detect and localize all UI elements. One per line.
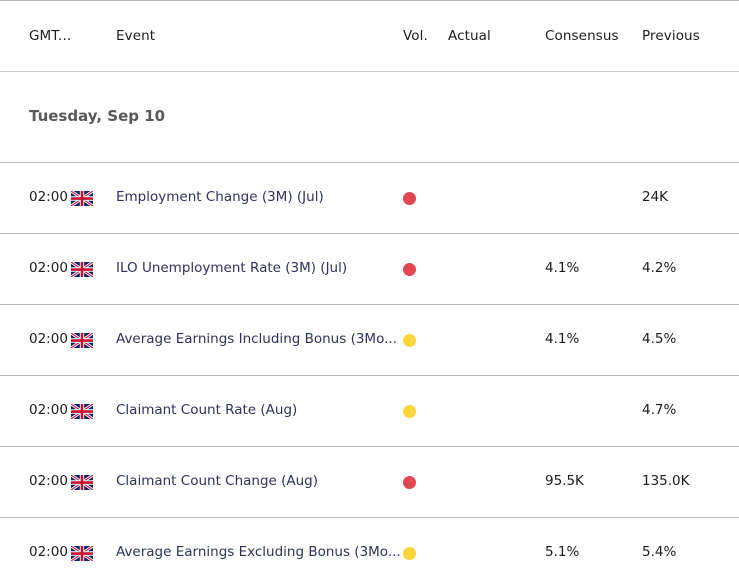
previous-value: 135.0K: [642, 473, 690, 489]
previous-value: 5.4%: [642, 544, 677, 560]
uk-flag-icon: [71, 404, 93, 419]
consensus-value: 4.1%: [545, 260, 580, 276]
previous-value: 4.5%: [642, 331, 677, 347]
column-header-previous[interactable]: Previous: [642, 28, 700, 44]
column-header-volatility[interactable]: Vol.: [403, 28, 428, 44]
column-header-consensus[interactable]: Consensus: [545, 28, 619, 44]
event-row[interactable]: 02:00 ILO Unemployment Rate (3M) (Jul) 4…: [0, 234, 739, 305]
event-time: 02:00: [29, 189, 68, 205]
volatility-high-indicator: [403, 476, 416, 489]
volatility-medium-indicator: [403, 334, 416, 347]
uk-flag-icon: [71, 191, 93, 206]
event-name[interactable]: Employment Change (3M) (Jul): [116, 189, 324, 205]
previous-value: 4.7%: [642, 402, 677, 418]
event-row[interactable]: 02:00 Employment Change (3M) (Jul) 24K: [0, 163, 739, 234]
event-row[interactable]: 02:00 Claimant Count Change (Aug) 95.5K …: [0, 447, 739, 518]
event-name[interactable]: Claimant Count Rate (Aug): [116, 402, 297, 418]
event-time: 02:00: [29, 544, 68, 560]
volatility-high-indicator: [403, 263, 416, 276]
previous-value: 24K: [642, 189, 669, 205]
consensus-value: 95.5K: [545, 473, 584, 489]
uk-flag-icon: [71, 546, 93, 561]
table-header: GMT... Event Vol. Actual Consensus Previ…: [0, 1, 739, 72]
column-header-event[interactable]: Event: [116, 28, 155, 44]
event-time: 02:00: [29, 331, 68, 347]
previous-value: 4.2%: [642, 260, 677, 276]
event-row[interactable]: 02:00 Average Earnings Excluding Bonus (…: [0, 518, 739, 588]
uk-flag-icon: [71, 262, 93, 277]
event-name[interactable]: ILO Unemployment Rate (3M) (Jul): [116, 260, 347, 276]
event-time: 02:00: [29, 260, 68, 276]
consensus-value: 5.1%: [545, 544, 580, 560]
volatility-medium-indicator: [403, 547, 416, 560]
date-group-header: Tuesday, Sep 10: [0, 72, 739, 163]
event-time: 02:00: [29, 473, 68, 489]
column-header-time[interactable]: GMT...: [29, 28, 71, 44]
uk-flag-icon: [71, 333, 93, 348]
event-name[interactable]: Average Earnings Excluding Bonus (3Mo...: [116, 544, 401, 560]
event-name[interactable]: Average Earnings Including Bonus (3Mo...: [116, 331, 397, 347]
volatility-high-indicator: [403, 192, 416, 205]
event-time: 02:00: [29, 402, 68, 418]
event-row[interactable]: 02:00 Claimant Count Rate (Aug) 4.7%: [0, 376, 739, 447]
uk-flag-icon: [71, 475, 93, 490]
consensus-value: 4.1%: [545, 331, 580, 347]
date-label: Tuesday, Sep 10: [29, 107, 166, 125]
event-name[interactable]: Claimant Count Change (Aug): [116, 473, 318, 489]
volatility-medium-indicator: [403, 405, 416, 418]
column-header-actual[interactable]: Actual: [448, 28, 491, 44]
event-row[interactable]: 02:00 Average Earnings Including Bonus (…: [0, 305, 739, 376]
